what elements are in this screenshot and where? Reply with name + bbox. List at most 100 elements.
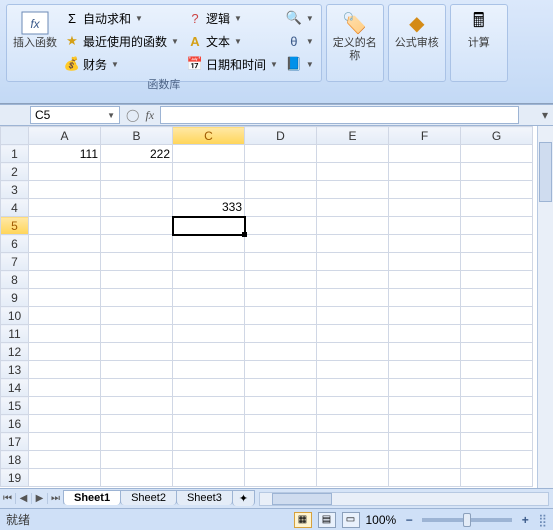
cell-G6[interactable] — [461, 235, 533, 253]
cell-B13[interactable] — [101, 361, 173, 379]
row-header-15[interactable]: 15 — [1, 397, 29, 415]
cell-E7[interactable] — [317, 253, 389, 271]
zoom-slider[interactable] — [422, 518, 512, 522]
cell-C4[interactable]: 333 — [173, 199, 245, 217]
cell-F16[interactable] — [389, 415, 461, 433]
define-name-button[interactable]: 🏷️ 定义的名称 — [331, 7, 379, 65]
name-box[interactable]: C5 ▼ — [30, 106, 120, 124]
prev-sheet-button[interactable]: ◀ — [16, 493, 32, 504]
insert-function-button[interactable]: fx 插入函数 — [11, 7, 59, 52]
cell-A16[interactable] — [29, 415, 101, 433]
column-header-D[interactable]: D — [245, 127, 317, 145]
page-break-view-button[interactable]: ▭ — [342, 512, 360, 528]
cell-F2[interactable] — [389, 163, 461, 181]
scrollbar-thumb[interactable] — [272, 493, 332, 505]
cell-A12[interactable] — [29, 343, 101, 361]
cell-E13[interactable] — [317, 361, 389, 379]
cell-G12[interactable] — [461, 343, 533, 361]
cell-A6[interactable] — [29, 235, 101, 253]
cell-E18[interactable] — [317, 451, 389, 469]
cell-D17[interactable] — [245, 433, 317, 451]
cell-D12[interactable] — [245, 343, 317, 361]
cell-E16[interactable] — [317, 415, 389, 433]
cell-B7[interactable] — [101, 253, 173, 271]
chevron-down-icon[interactable]: ▼ — [107, 111, 115, 120]
cell-A15[interactable] — [29, 397, 101, 415]
cell-D2[interactable] — [245, 163, 317, 181]
cell-E1[interactable] — [317, 145, 389, 163]
cell-C16[interactable] — [173, 415, 245, 433]
new-sheet-button[interactable]: ✦ — [232, 490, 255, 506]
cell-C9[interactable] — [173, 289, 245, 307]
row-header-7[interactable]: 7 — [1, 253, 29, 271]
cell-B5[interactable] — [101, 217, 173, 235]
cell-G2[interactable] — [461, 163, 533, 181]
cell-C11[interactable] — [173, 325, 245, 343]
cell-A13[interactable] — [29, 361, 101, 379]
zoom-in-button[interactable]: + — [518, 513, 532, 527]
column-header-C[interactable]: C — [173, 127, 245, 145]
cell-G14[interactable] — [461, 379, 533, 397]
cell-A9[interactable] — [29, 289, 101, 307]
row-header-9[interactable]: 9 — [1, 289, 29, 307]
cell-C10[interactable] — [173, 307, 245, 325]
cell-C12[interactable] — [173, 343, 245, 361]
cell-B4[interactable] — [101, 199, 173, 217]
column-header-G[interactable]: G — [461, 127, 533, 145]
cell-D9[interactable] — [245, 289, 317, 307]
row-header-14[interactable]: 14 — [1, 379, 29, 397]
text-button[interactable]: A文本▼ — [184, 30, 281, 52]
cell-F12[interactable] — [389, 343, 461, 361]
cell-G16[interactable] — [461, 415, 533, 433]
cell-B1[interactable]: 222 — [101, 145, 173, 163]
cell-F18[interactable] — [389, 451, 461, 469]
cell-C8[interactable] — [173, 271, 245, 289]
cell-E6[interactable] — [317, 235, 389, 253]
cell-C2[interactable] — [173, 163, 245, 181]
cell-G5[interactable] — [461, 217, 533, 235]
cell-D13[interactable] — [245, 361, 317, 379]
cell-D14[interactable] — [245, 379, 317, 397]
row-header-2[interactable]: 2 — [1, 163, 29, 181]
cell-B11[interactable] — [101, 325, 173, 343]
cell-D5[interactable] — [245, 217, 317, 235]
cell-G17[interactable] — [461, 433, 533, 451]
cell-F9[interactable] — [389, 289, 461, 307]
row-header-4[interactable]: 4 — [1, 199, 29, 217]
cell-C6[interactable] — [173, 235, 245, 253]
cell-E9[interactable] — [317, 289, 389, 307]
cell-F17[interactable] — [389, 433, 461, 451]
cell-B18[interactable] — [101, 451, 173, 469]
cell-D7[interactable] — [245, 253, 317, 271]
sheet-tab-sheet3[interactable]: Sheet3 — [176, 490, 233, 505]
calculate-button[interactable]: 🖩 计算 — [455, 7, 503, 52]
cell-D10[interactable] — [245, 307, 317, 325]
lookup-button[interactable]: 🔍▼ — [283, 7, 317, 29]
math-button[interactable]: θ▼ — [283, 30, 317, 52]
cell-G13[interactable] — [461, 361, 533, 379]
sheet-tab-sheet1[interactable]: Sheet1 — [63, 490, 121, 505]
cell-G9[interactable] — [461, 289, 533, 307]
row-header-1[interactable]: 1 — [1, 145, 29, 163]
row-header-16[interactable]: 16 — [1, 415, 29, 433]
formula-audit-button[interactable]: ◆ 公式审核 — [393, 7, 441, 52]
fx-button[interactable]: fx — [145, 108, 154, 123]
row-header-13[interactable]: 13 — [1, 361, 29, 379]
cell-E3[interactable] — [317, 181, 389, 199]
cell-C15[interactable] — [173, 397, 245, 415]
cell-A3[interactable] — [29, 181, 101, 199]
cell-C3[interactable] — [173, 181, 245, 199]
select-all-corner[interactable] — [1, 127, 29, 145]
cell-B16[interactable] — [101, 415, 173, 433]
cell-E19[interactable] — [317, 469, 389, 487]
first-sheet-button[interactable]: ⏮ — [0, 493, 16, 504]
cell-E11[interactable] — [317, 325, 389, 343]
cell-G10[interactable] — [461, 307, 533, 325]
cell-D3[interactable] — [245, 181, 317, 199]
row-header-12[interactable]: 12 — [1, 343, 29, 361]
cell-D15[interactable] — [245, 397, 317, 415]
horizontal-scrollbar[interactable] — [259, 492, 549, 506]
zoom-out-button[interactable]: − — [402, 513, 416, 527]
scrollbar-thumb[interactable] — [539, 142, 552, 202]
expand-formula-bar[interactable]: ▾ — [537, 108, 553, 122]
